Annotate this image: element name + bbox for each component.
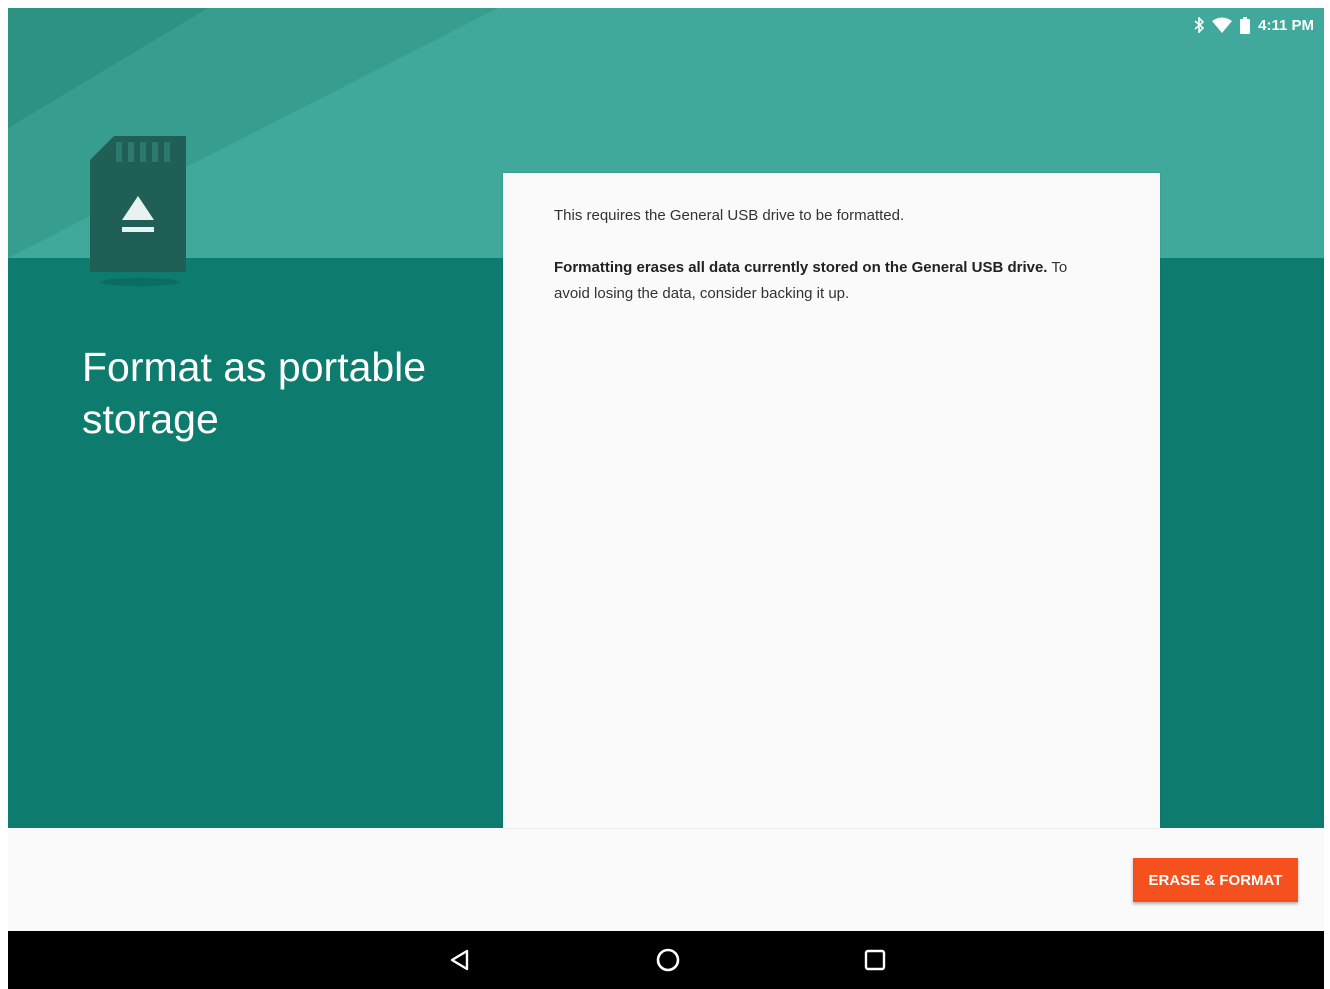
page-title: Format as portable storage bbox=[82, 344, 427, 442]
sd-card-eject-icon bbox=[90, 136, 186, 286]
erase-format-button[interactable]: ERASE & FORMAT bbox=[1133, 858, 1298, 902]
screen: 4:11 PM Format as portable storage This … bbox=[8, 8, 1324, 931]
navigation-bar bbox=[8, 931, 1324, 989]
wifi-icon bbox=[1212, 17, 1233, 33]
battery-icon bbox=[1240, 16, 1251, 34]
bluetooth-icon bbox=[1194, 17, 1205, 33]
status-time: 4:11 PM bbox=[1258, 16, 1314, 34]
format-warning-bold: Formatting erases all data currently sto… bbox=[554, 259, 1048, 276]
bottom-action-bar bbox=[8, 828, 1324, 931]
back-icon[interactable] bbox=[445, 945, 475, 975]
format-requirement-text: This requires the General USB drive to b… bbox=[554, 207, 905, 224]
home-icon[interactable] bbox=[653, 945, 683, 975]
format-warning-text: Formatting erases all data currently sto… bbox=[554, 255, 1094, 307]
status-bar: 4:11 PM bbox=[1194, 14, 1314, 36]
recents-icon[interactable] bbox=[860, 945, 890, 975]
content-card: This requires the General USB drive to b… bbox=[503, 173, 1160, 828]
